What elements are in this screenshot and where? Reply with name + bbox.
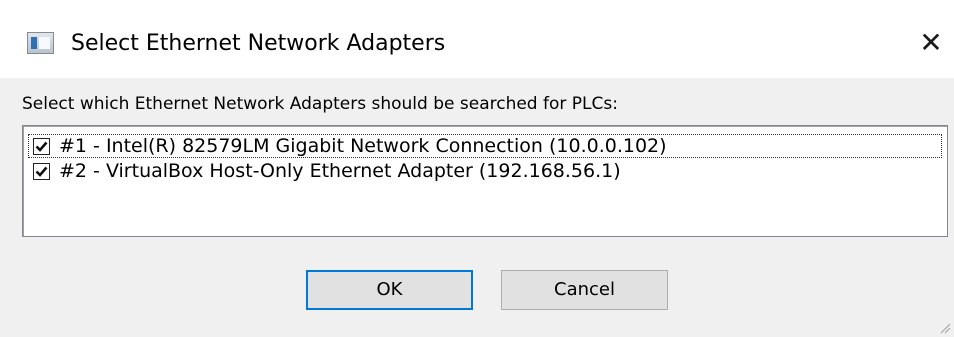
- adapter-1-label: #1 - Intel(R) 82579LM Gigabit Network Co…: [59, 135, 667, 157]
- adapter-1-checkbox[interactable]: [33, 138, 50, 155]
- instruction-label: Select which Ethernet Network Adapters s…: [22, 94, 618, 114]
- dialog-window: Select Ethernet Network Adapters ✕ Selec…: [0, 0, 954, 337]
- resize-grip-icon[interactable]: [937, 320, 951, 334]
- cancel-button[interactable]: Cancel: [501, 270, 668, 310]
- list-item-adapter-1[interactable]: #1 - Intel(R) 82579LM Gigabit Network Co…: [28, 134, 942, 158]
- checkmark-icon: [35, 166, 48, 177]
- adapter-2-checkbox[interactable]: [33, 163, 50, 180]
- window-title: Select Ethernet Network Adapters: [71, 31, 446, 56]
- checkmark-icon: [35, 141, 48, 152]
- adapter-2-label: #2 - VirtualBox Host-Only Ethernet Adapt…: [59, 160, 621, 182]
- adapter-listbox[interactable]: #1 - Intel(R) 82579LM Gigabit Network Co…: [22, 125, 948, 237]
- list-item-adapter-2[interactable]: #2 - VirtualBox Host-Only Ethernet Adapt…: [28, 159, 942, 183]
- close-icon: ✕: [919, 26, 943, 59]
- title-bar[interactable]: Select Ethernet Network Adapters ✕: [0, 0, 954, 78]
- dialog-window-icon: [27, 32, 54, 54]
- ok-button[interactable]: OK: [306, 270, 473, 310]
- close-button[interactable]: ✕: [914, 26, 948, 60]
